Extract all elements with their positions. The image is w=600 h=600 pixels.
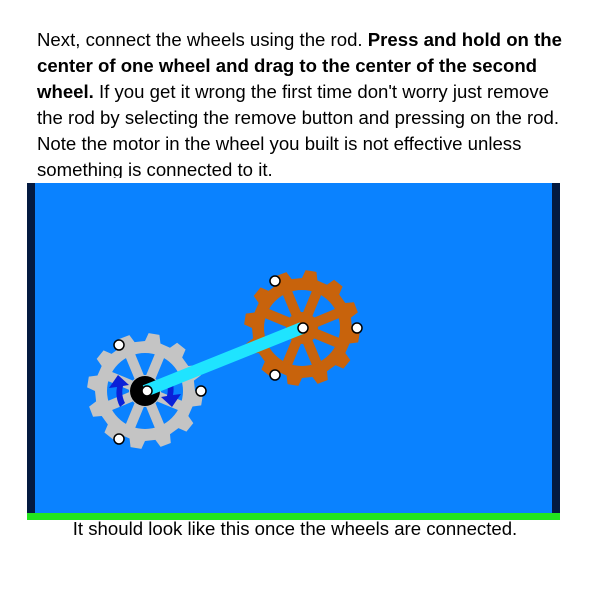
circle-joint-icon[interactable]: [269, 369, 281, 381]
game-scene[interactable]: [27, 183, 560, 520]
circle-joint-icon[interactable]: [141, 385, 153, 397]
caption-text: It should look like this once the wheels…: [72, 518, 518, 539]
circle-joint-icon[interactable]: [351, 322, 363, 334]
circle-joint-icon[interactable]: [297, 322, 309, 334]
circle-joint-icon[interactable]: [269, 275, 281, 287]
instruction-text: Next, connect the wheels using the rod. …: [37, 27, 567, 178]
scene-frame-right: [552, 183, 560, 516]
instruction-part-2: If you get it wrong the first time don't…: [37, 81, 559, 178]
scene-frame-left: [27, 183, 35, 516]
circle-joint-icon[interactable]: [113, 339, 125, 351]
circle-joint-icon[interactable]: [195, 385, 207, 397]
circle-joint-icon[interactable]: [113, 433, 125, 445]
instruction-part-1: Next, connect the wheels using the rod.: [37, 29, 368, 50]
